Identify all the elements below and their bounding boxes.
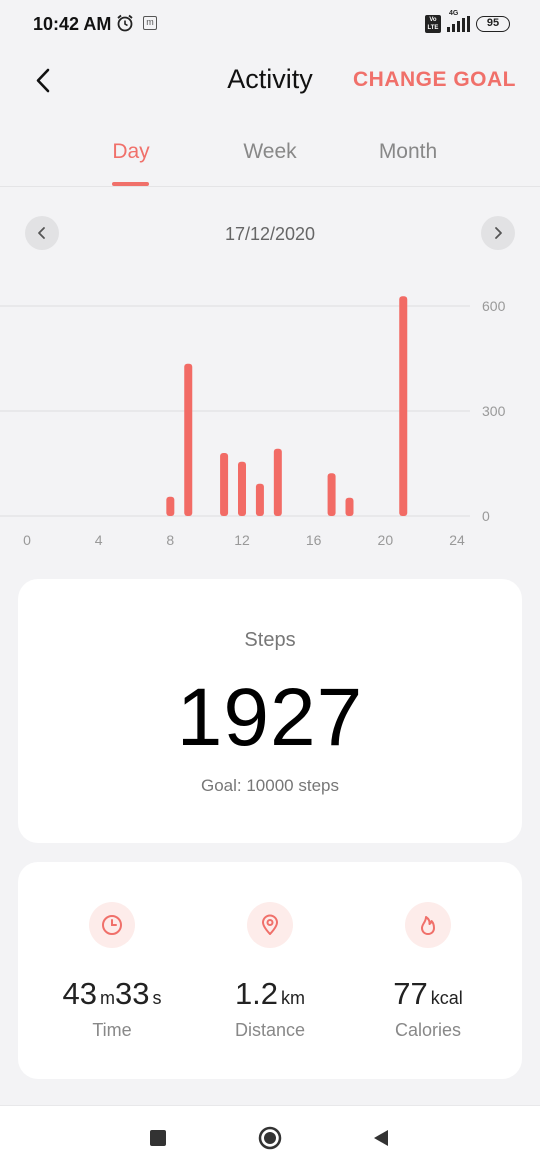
steps-card: Steps 1927 Goal: 10000 steps [18,579,522,843]
status-time: 10:42 AM [33,14,112,34]
selected-date: 17/12/2020 [224,224,316,244]
back-button[interactable] [30,66,60,96]
chart-bar[interactable] [220,453,229,516]
time-minutes: 43 [62,976,97,1011]
y-tick-label: 0 [482,508,490,524]
stat-distance: 1.2 km Distance [186,902,354,1041]
tab-day[interactable]: Day [71,140,191,164]
stat-value: 77 kcal [344,976,512,1012]
next-date-button[interactable] [481,216,515,250]
chart-bar[interactable] [399,296,408,516]
clock-icon [89,902,135,948]
calories-unit: kcal [430,988,463,1008]
distance-value: 1.2 [234,976,279,1011]
calories-value: 77 [393,976,428,1011]
chart-bar[interactable] [345,497,354,516]
chart-bar[interactable] [166,496,175,516]
previous-date-button[interactable] [25,216,59,250]
y-tick-label: 300 [482,403,506,419]
stat-value: 43 m33 s [28,976,196,1012]
x-tick-label: 8 [166,532,174,548]
x-tick-label: 4 [95,532,103,548]
chevron-left-icon [36,68,50,93]
network-label: 4G [449,10,459,17]
time-seconds: 33 [115,976,150,1011]
chart-bar[interactable] [255,483,264,516]
location-pin-icon [247,902,293,948]
steps-label: Steps [244,629,296,651]
signal-icon: 4G [447,10,470,32]
steps-value: 1927 [176,672,364,763]
steps-goal: Goal: 10000 steps [201,776,339,795]
chart-bar[interactable] [327,473,336,516]
tab-month[interactable]: Month [348,140,468,164]
hourly-steps-chart: 0 300 600 0 4 8 12 16 20 24 [0,296,506,548]
back-triangle-button[interactable] [371,1128,391,1148]
stat-time: 43 m33 s Time [28,902,196,1041]
stat-label: Distance [234,1020,306,1040]
x-tick-label: 12 [234,532,250,548]
status-indicators: Vo LTE 4G 95 [425,10,510,34]
x-tick-label: 16 [306,532,322,548]
period-tabs: Day Week Month [0,140,540,188]
chart-bar[interactable] [238,461,246,516]
recent-apps-button[interactable] [150,1130,166,1146]
home-button[interactable] [258,1126,282,1150]
system-navigation-bar [0,1105,540,1170]
divider [0,186,540,187]
battery-icon: 95 [476,16,510,32]
alarm-icon [117,14,133,32]
status-bar: 10:42 AM m Vo LTE 4G 95 [0,0,540,50]
chevron-left-icon [38,227,45,239]
change-goal-button[interactable]: CHANGE GOAL [353,68,516,92]
m-notification-icon: m [143,16,157,30]
x-tick-label: 0 [23,532,31,548]
y-tick-label: 600 [482,298,506,314]
chevron-right-icon [495,227,502,239]
stat-calories: 77 kcal Calories [344,902,512,1041]
chart-bar[interactable] [184,363,193,516]
stat-label: Calories [394,1020,462,1040]
stat-value: 1.2 km [186,976,354,1012]
stats-card: 43 m33 s Time 1.2 km Distance 77 kcal Calori… [18,862,522,1079]
chart-bar[interactable] [273,448,282,516]
tab-week[interactable]: Week [210,140,330,164]
x-tick-label: 24 [449,532,465,548]
x-tick-label: 20 [378,532,394,548]
time-seconds-unit: s [152,988,162,1008]
flame-icon [405,902,451,948]
distance-unit: km [281,988,306,1008]
stat-label: Time [92,1020,132,1040]
time-minutes-unit: m [100,988,115,1008]
volte-icon: Vo LTE [425,15,441,33]
